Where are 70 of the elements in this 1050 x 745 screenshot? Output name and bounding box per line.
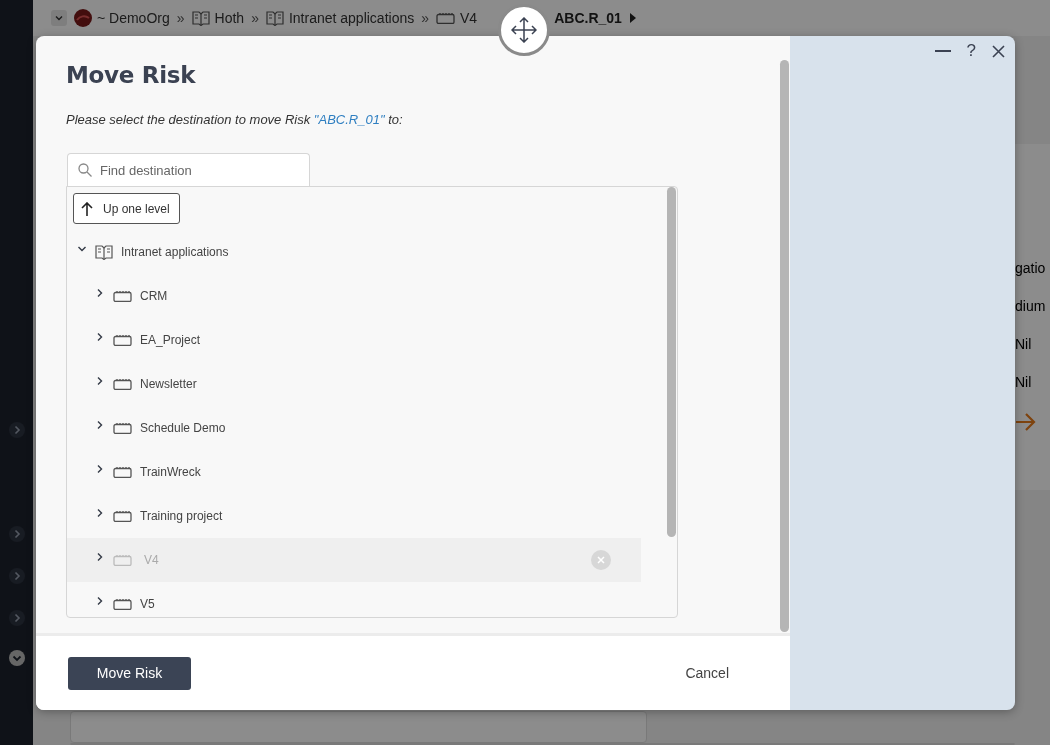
table-cell-text: Nil <box>1015 336 1033 352</box>
container-icon <box>113 378 132 390</box>
org-avatar-icon <box>74 9 92 27</box>
tree-item-label: Newsletter <box>140 377 197 391</box>
move-risk-button[interactable]: Move Risk <box>68 656 191 690</box>
container-icon <box>436 12 456 24</box>
arrow-right-icon[interactable] <box>1015 412 1037 432</box>
caret-right-icon[interactable] <box>628 13 637 23</box>
tree-item-label: CRM <box>140 289 168 303</box>
table-cell-text: dium <box>1015 298 1047 314</box>
breadcrumb-separator: » <box>176 10 185 26</box>
container-icon <box>113 510 132 522</box>
dropdown-button[interactable] <box>51 10 67 26</box>
minimize-icon[interactable] <box>934 49 951 53</box>
container-icon <box>113 334 132 346</box>
tree-item-label: Intranet applications <box>121 245 229 259</box>
chevron-right-icon[interactable] <box>95 508 105 518</box>
tree-row[interactable]: Schedule Demo <box>67 406 641 450</box>
tree-row[interactable]: EA_Project <box>67 318 641 362</box>
tree-row[interactable]: TrainWreck <box>67 450 641 494</box>
breadcrumb-item[interactable]: Intranet applications <box>265 10 415 26</box>
scrollbar[interactable] <box>667 187 676 537</box>
dialog-title: Move Risk <box>66 62 197 88</box>
close-icon[interactable] <box>992 44 1005 58</box>
scrollbar[interactable] <box>780 60 789 632</box>
tree-item-label: Schedule Demo <box>140 421 226 435</box>
book-icon <box>265 10 284 26</box>
container-icon <box>113 466 132 478</box>
chevron-right-icon[interactable] <box>95 420 105 430</box>
tree-item-label: V5 <box>140 597 155 611</box>
cancel-button[interactable]: Cancel <box>679 664 735 682</box>
instruction-text: Please select the destination to move Risk "ABC.R_01" to: <box>66 112 404 127</box>
breadcrumb-item[interactable]: ABC.R_01 <box>554 10 622 26</box>
chevron-right-icon[interactable] <box>95 464 105 474</box>
table-cell-text: Nil <box>1015 374 1033 390</box>
chevron-right-icon[interactable] <box>95 596 105 606</box>
tree-item-label: Training project <box>140 509 223 523</box>
tree-row[interactable]: CRM <box>67 274 641 318</box>
search-icon <box>78 163 92 177</box>
tree-row[interactable]: Intranet applications <box>67 230 659 274</box>
chevron-down-icon[interactable] <box>8 650 25 666</box>
breadcrumb-item[interactable]: V4 <box>436 10 478 26</box>
risk-link[interactable]: "ABC.R_01" <box>313 112 385 127</box>
tree-item-label: EA_Project <box>140 333 201 347</box>
breadcrumb-item[interactable]: ~ DemoOrg <box>74 9 170 27</box>
book-icon <box>95 244 113 260</box>
chevron-right-icon[interactable] <box>95 288 105 298</box>
help-button[interactable]: ? <box>966 41 976 61</box>
container-icon <box>113 422 132 434</box>
tree-row[interactable]: V5 <box>67 582 641 617</box>
up-one-level-button[interactable]: Up one level <box>73 193 180 224</box>
book-icon <box>191 10 210 26</box>
container-icon <box>113 290 132 302</box>
table-cell-text: gatio <box>1015 260 1047 276</box>
chevron-down-icon <box>54 13 64 23</box>
search-field[interactable]: Find destination <box>67 153 310 186</box>
tree-item-label: TrainWreck <box>140 465 201 479</box>
tree-item-label: V4 <box>144 553 159 567</box>
chevron-right-icon[interactable] <box>95 332 105 342</box>
tree-row[interactable]: Newsletter <box>67 362 641 406</box>
container-icon <box>113 554 132 566</box>
breadcrumb-separator: » <box>251 10 259 26</box>
breadcrumb-item[interactable]: Hoth <box>191 10 245 26</box>
move-icon <box>511 17 537 43</box>
arrow-up-icon <box>81 201 93 216</box>
chevron-right-icon[interactable] <box>95 376 105 386</box>
breadcrumb-separator: » <box>421 10 430 26</box>
chevron-down-icon[interactable] <box>77 244 87 254</box>
container-icon <box>113 598 132 610</box>
tree-row[interactable]: Training project <box>67 494 641 538</box>
